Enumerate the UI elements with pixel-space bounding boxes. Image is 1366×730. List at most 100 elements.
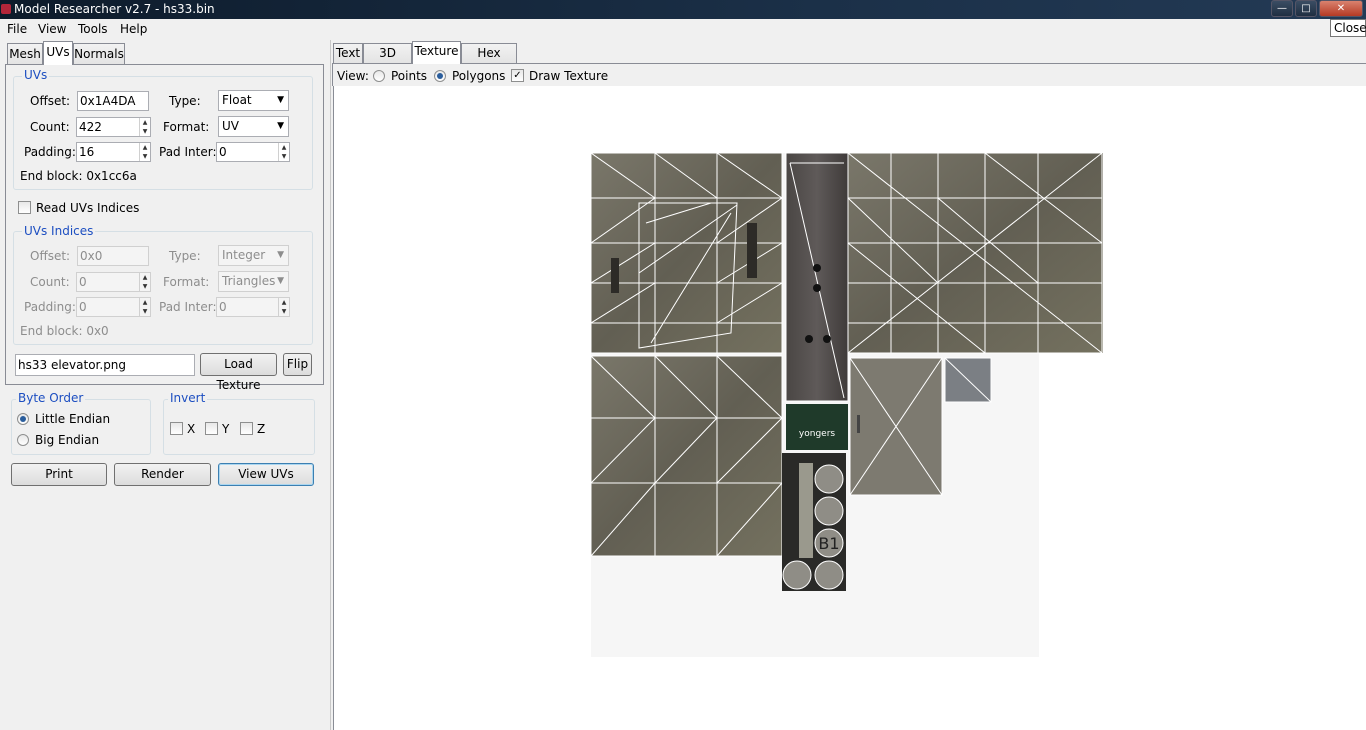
uv-padinter-stepper[interactable]: 0 ▲ ▼ xyxy=(216,142,290,162)
menu-file[interactable]: File xyxy=(7,22,27,36)
menu-help[interactable]: Help xyxy=(120,22,147,36)
idx-count-value: 0 xyxy=(79,275,87,289)
title-bar: Model Researcher v2.7 - hs33.bin — □ ✕ xyxy=(0,0,1366,19)
idx-format-select[interactable]: Triangles ▼ xyxy=(218,271,289,292)
window-title: Model Researcher v2.7 - hs33.bin xyxy=(14,2,215,16)
chevron-down-icon: ▼ xyxy=(277,121,284,131)
spin-arrows-icon[interactable]: ▲ ▼ xyxy=(278,143,289,161)
polygons-radio[interactable] xyxy=(434,70,446,82)
little-endian-radio[interactable] xyxy=(17,413,29,425)
chevron-down-icon: ▼ xyxy=(277,250,284,260)
idx-count-label: Count: xyxy=(30,275,70,289)
texture-detail xyxy=(857,415,860,433)
byte-order-title: Byte Order xyxy=(16,391,86,405)
uv-count-value: 422 xyxy=(79,120,102,134)
texture-detail xyxy=(823,335,831,343)
invert-title: Invert xyxy=(168,391,208,405)
idx-endblock: End block: 0x0 xyxy=(20,324,109,338)
idx-padding-stepper[interactable]: 0 ▲ ▼ xyxy=(76,297,151,317)
idx-count-stepper[interactable]: 0 ▲ ▼ xyxy=(76,272,151,292)
uv-count-label: Count: xyxy=(30,120,70,134)
invert-z-checkbox[interactable] xyxy=(240,422,253,435)
idx-padinter-label: Pad Inter: xyxy=(159,300,217,314)
read-indices-label: Read UVs Indices xyxy=(36,201,140,215)
uv-indices-title: UVs Indices xyxy=(22,224,96,238)
invert-y-checkbox[interactable] xyxy=(205,422,218,435)
polygons-label: Polygons xyxy=(452,69,506,83)
little-endian-label: Little Endian xyxy=(35,412,111,426)
spin-arrows-icon[interactable]: ▲ ▼ xyxy=(139,118,150,136)
spin-arrows-icon[interactable]: ▲ ▼ xyxy=(139,298,150,316)
render-button[interactable]: Render xyxy=(114,463,211,486)
tab-3d-view[interactable]: 3D View xyxy=(363,43,412,79)
texture-detail xyxy=(747,223,757,278)
uv-texture-image: yongers B1 xyxy=(591,153,1103,591)
spin-arrows-icon[interactable]: ▲ ▼ xyxy=(278,298,289,316)
uv-format-value: UV xyxy=(222,119,239,133)
app-icon xyxy=(1,4,11,14)
uv-offset-input[interactable]: 0x1A4DA xyxy=(77,91,149,111)
tab-normals[interactable]: Normals xyxy=(73,43,125,65)
view-uvs-button[interactable]: View UVs xyxy=(218,463,314,486)
read-indices-checkbox[interactable] xyxy=(18,201,31,214)
tab-uvs[interactable]: UVs xyxy=(43,41,73,65)
big-endian-label: Big Endian xyxy=(35,433,100,447)
uv-type-select[interactable]: Float ▼ xyxy=(218,90,289,111)
tab-mesh[interactable]: Mesh xyxy=(7,43,43,65)
idx-padding-label: Padding: xyxy=(24,300,76,314)
uv-format-label: Format: xyxy=(163,120,210,134)
floor-label: B1 xyxy=(818,534,839,553)
invert-x-label: X xyxy=(187,422,196,436)
uv-padding-value: 16 xyxy=(79,145,95,159)
uv-format-select[interactable]: UV ▼ xyxy=(218,116,289,137)
tab-texture[interactable]: Texture xyxy=(412,41,461,64)
big-endian-radio[interactable] xyxy=(17,434,29,446)
splitter[interactable] xyxy=(330,40,331,730)
invert-x-checkbox[interactable] xyxy=(170,422,183,435)
texture-detail xyxy=(813,264,821,272)
uv-type-value: Float xyxy=(222,93,252,107)
door-panel xyxy=(786,153,848,401)
uv-padding-stepper[interactable]: 16 ▲ ▼ xyxy=(76,142,151,162)
texture-panel xyxy=(591,356,782,556)
texture-detail xyxy=(805,335,813,343)
uv-endblock: End block: 0x1cc6a xyxy=(20,169,137,183)
close-button[interactable]: ✕ xyxy=(1319,0,1363,17)
uv-padding-label: Padding: xyxy=(24,145,76,159)
idx-padding-value: 0 xyxy=(79,300,87,314)
elevator-button-icon xyxy=(814,560,844,590)
minimize-button[interactable]: — xyxy=(1271,0,1293,17)
idx-offset-input[interactable]: 0x0 xyxy=(77,246,149,266)
idx-type-select[interactable]: Integer ▼ xyxy=(218,245,289,266)
maximize-button[interactable]: □ xyxy=(1295,0,1317,17)
menu-view[interactable]: View xyxy=(38,22,66,36)
points-radio[interactable] xyxy=(373,70,385,82)
draw-texture-checkbox[interactable]: ✓ xyxy=(511,69,524,82)
sign-panel xyxy=(786,404,848,450)
elevator-button-icon xyxy=(814,496,844,526)
points-label: Points xyxy=(391,69,428,83)
spin-arrows-icon[interactable]: ▲ ▼ xyxy=(139,143,150,161)
sign-text: yongers xyxy=(799,429,835,439)
uv-padinter-value: 0 xyxy=(219,145,227,159)
tab-text[interactable]: Text xyxy=(333,43,363,64)
idx-type-value: Integer xyxy=(222,248,266,262)
texture-detail xyxy=(611,258,619,293)
flip-button[interactable]: Flip xyxy=(283,353,312,376)
spin-arrows-icon[interactable]: ▲ ▼ xyxy=(139,273,150,291)
idx-offset-label: Offset: xyxy=(30,249,71,263)
texture-detail xyxy=(813,284,821,292)
texture-file-input[interactable]: hs33 elevator.png xyxy=(15,354,195,376)
uv-count-stepper[interactable]: 422 ▲ ▼ xyxy=(76,117,151,137)
idx-padinter-stepper[interactable]: 0 ▲ ▼ xyxy=(216,297,290,317)
tab-hex-view[interactable]: Hex View xyxy=(461,43,517,79)
print-button[interactable]: Print xyxy=(11,463,107,486)
menu-tools[interactable]: Tools xyxy=(78,22,108,36)
invert-y-label: Y xyxy=(222,422,230,436)
view-label: View: xyxy=(337,69,369,83)
load-texture-button[interactable]: Load Texture xyxy=(200,353,277,392)
uv-type-label: Type: xyxy=(169,94,201,108)
close-tooltip: Close xyxy=(1330,19,1366,37)
elevator-button-icon xyxy=(814,464,844,494)
elevator-button-icon xyxy=(782,560,812,590)
